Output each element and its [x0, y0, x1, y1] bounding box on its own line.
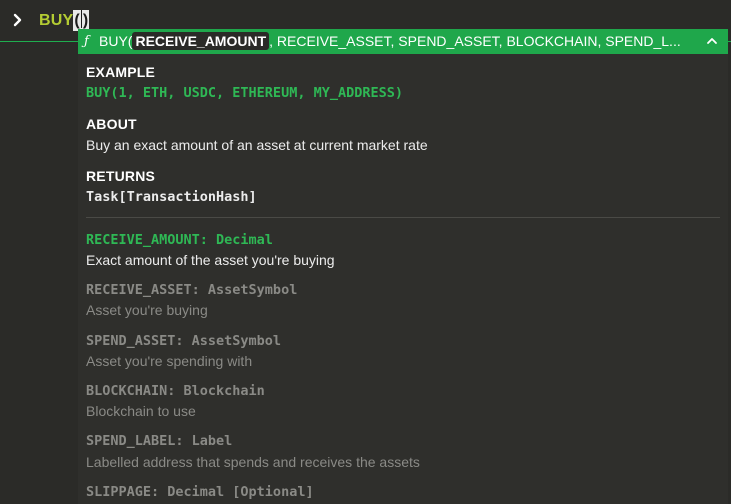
param-description: Labelled address that spends and receive…: [86, 454, 420, 470]
about-text: Buy an exact amount of an asset at curre…: [86, 137, 428, 153]
signature-active-param: RECEIVE_AMOUNT: [132, 32, 270, 50]
formula-parens-open: (: [74, 12, 80, 29]
signature-text: BUY(RECEIVE_AMOUNT, RECEIVE_ASSET, SPEND…: [99, 29, 697, 54]
example-code: BUY(1, ETH, USDC, ETHEREUM, MY_ADDRESS): [86, 85, 403, 101]
param-description: Exact amount of the asset you're buying: [86, 252, 335, 268]
param-name: SLIPPAGE: Decimal [Optional]: [86, 484, 314, 500]
text-cursor: [80, 10, 82, 28]
chevron-up-icon[interactable]: [706, 36, 718, 46]
formula-input-text: BUY: [39, 12, 74, 29]
chevron-right-icon: [13, 13, 22, 27]
returns-type: Task[TransactionHash]: [86, 189, 257, 205]
function-help-panel: ƒ BUY(RECEIVE_AMOUNT, RECEIVE_ASSET, SPE…: [78, 29, 728, 504]
param-name: SPEND_LABEL: Label: [86, 433, 233, 449]
param-name: RECEIVE_ASSET: AssetSymbol: [86, 282, 298, 298]
param-name: BLOCKCHAIN: Blockchain: [86, 383, 265, 399]
formula-input[interactable]: BUY(): [39, 10, 90, 31]
formula-parens-close: ): [82, 12, 89, 29]
signature-rest: , RECEIVE_ASSET, SPEND_ASSET, BLOCKCHAIN…: [269, 33, 681, 49]
signature-bar[interactable]: ƒ BUY(RECEIVE_AMOUNT, RECEIVE_ASSET, SPE…: [78, 29, 728, 54]
param-description: Asset you're spending with: [86, 353, 253, 369]
divider: [86, 217, 720, 218]
returns-heading: RETURNS: [86, 168, 156, 184]
formula-editor: BUY() ƒ BUY(RECEIVE_AMOUNT, RECEIVE_ASSE…: [0, 0, 731, 504]
example-heading: EXAMPLE: [86, 64, 156, 80]
function-icon: ƒ: [84, 34, 89, 49]
param-description: Blockchain to use: [86, 403, 196, 419]
param-description: Asset you're buying: [86, 302, 208, 318]
formula-parens: (): [73, 10, 90, 31]
param-name: SPEND_ASSET: AssetSymbol: [86, 333, 282, 349]
param-name: RECEIVE_AMOUNT: Decimal: [86, 232, 273, 248]
signature-prefix: BUY(: [99, 33, 133, 49]
about-heading: ABOUT: [86, 116, 137, 132]
